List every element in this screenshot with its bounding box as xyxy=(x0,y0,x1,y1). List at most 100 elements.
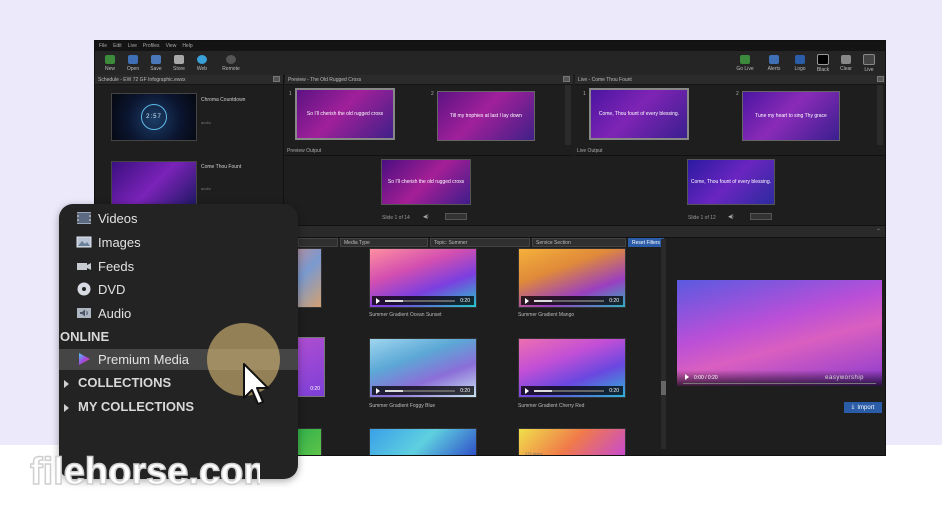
preview-slide[interactable]: So I'll cherish the old rugged cross xyxy=(295,88,395,140)
volume-icon[interactable]: ◀) xyxy=(423,214,437,220)
sidebar-item-feeds[interactable]: Feeds xyxy=(76,256,134,276)
media-label: Summer Gradient Mango xyxy=(518,312,575,318)
media-thumbnail[interactable]: 0:20 xyxy=(518,338,626,398)
sidebar-item-dvd[interactable]: DVD xyxy=(76,279,125,299)
sidebar-section-online: ONLINE xyxy=(60,329,110,344)
premium-play-icon xyxy=(76,352,92,366)
expand-arrow-icon[interactable] xyxy=(64,404,69,412)
remote-icon xyxy=(226,54,236,64)
logo-button[interactable]: Logo xyxy=(789,54,811,72)
schedule-item-name: Come Thou Fount xyxy=(201,164,242,170)
sidebar-item-audio[interactable]: Audio xyxy=(76,303,131,323)
live-panel: Live - Come Thou Fount 1 Come, Thou foun… xyxy=(575,75,885,225)
logo-icon xyxy=(795,54,805,64)
live-output-slide: Come, Thou fount of every blessing. xyxy=(687,159,775,205)
collapse-icon[interactable]: ⌃ xyxy=(876,228,881,235)
live-slide[interactable]: Tune my heart to sing Thy grace xyxy=(742,91,840,141)
panel-menu-icon[interactable] xyxy=(273,76,280,82)
slide-number: 2 xyxy=(736,91,739,97)
slide-number: 2 xyxy=(431,91,434,97)
import-button[interactable]: ⤓ Import xyxy=(844,402,882,413)
progress-bar[interactable] xyxy=(534,299,605,302)
live-output-label: Live Output xyxy=(577,148,603,154)
media-thumbnail[interactable]: 0:20 xyxy=(369,338,477,398)
media-duration: 0:20 xyxy=(310,386,320,392)
clear-button[interactable]: Clear xyxy=(835,54,857,72)
countdown-value: 2:57 xyxy=(146,114,162,120)
live-title: Live - Come Thou Fount xyxy=(578,76,632,83)
web-button[interactable]: Web xyxy=(191,54,213,72)
remote-button[interactable]: Remote xyxy=(220,54,242,72)
store-button[interactable]: Store xyxy=(168,54,190,72)
live-scrollbar[interactable] xyxy=(877,85,883,145)
progress-bar[interactable] xyxy=(385,389,456,392)
play-icon[interactable] xyxy=(376,297,380,304)
menu-live[interactable]: Live xyxy=(128,43,137,49)
media-controls: 0:20 xyxy=(372,386,474,395)
live-button[interactable]: Live xyxy=(858,53,880,73)
schedule-panel: Schedule - EW 72 GF Infographic.ewsx 2:5… xyxy=(95,75,284,225)
next-slide-button[interactable] xyxy=(445,213,467,220)
filehorse-logo-text: filehorse.com xyxy=(30,451,260,493)
media-label: Summer Gradient Foggy Blue xyxy=(369,403,436,409)
video-progress-bar[interactable] xyxy=(683,383,876,384)
preview-scrollbar[interactable] xyxy=(565,85,571,145)
sidebar-item-collections[interactable]: COLLECTIONS xyxy=(78,375,171,390)
media-scroll-thumb[interactable] xyxy=(661,381,666,395)
play-icon[interactable] xyxy=(525,387,529,394)
filter-topic[interactable]: Topic: Summer xyxy=(430,238,530,247)
reset-filters-button[interactable]: Reset Filters xyxy=(628,238,665,247)
schedule-item-type: audio xyxy=(201,120,211,125)
menu-help[interactable]: Help xyxy=(182,43,192,49)
go-live-button[interactable]: Go Live xyxy=(731,54,759,72)
new-button[interactable]: New xyxy=(99,54,121,72)
panel-menu-icon[interactable] xyxy=(563,76,570,82)
preview-title: Preview - The Old Rugged Cross xyxy=(288,76,362,83)
film-strip-icon xyxy=(76,211,92,225)
mouse-pointer-icon xyxy=(243,363,269,405)
open-button[interactable]: Open xyxy=(122,54,144,72)
media-scrollbar[interactable] xyxy=(661,239,666,449)
progress-bar[interactable] xyxy=(385,299,456,302)
menu-profiles[interactable]: Profiles xyxy=(143,43,160,49)
preview-slide[interactable]: Till my trophies at last I lay down xyxy=(437,91,535,141)
play-icon[interactable] xyxy=(376,387,380,394)
play-icon[interactable] xyxy=(525,297,529,304)
media-thumbnail[interactable] xyxy=(369,428,477,455)
preview-output-label: Preview Output xyxy=(287,148,322,154)
expand-arrow-icon[interactable] xyxy=(64,380,69,388)
schedule-title: Schedule - EW 72 GF Infographic.ewsx xyxy=(98,76,186,83)
media-thumbnail[interactable]: 0:20 xyxy=(518,248,626,308)
black-button[interactable]: Black xyxy=(812,53,834,73)
filter-service-section[interactable]: Service Section xyxy=(532,238,626,247)
save-button[interactable]: Save xyxy=(145,54,167,72)
filter-bar: Media Type Topic: Summer Service Section… xyxy=(298,238,665,247)
filter-media-type[interactable]: Media Type xyxy=(340,238,428,247)
globe-icon xyxy=(197,54,207,64)
panel-menu-icon[interactable] xyxy=(877,76,884,82)
menu-view[interactable]: View xyxy=(166,43,177,49)
folder-icon xyxy=(128,54,138,64)
preview-slide-count: Slide 1 of 14 xyxy=(382,215,410,221)
video-time: 0:00 / 0:20 xyxy=(694,375,718,381)
live-slide[interactable]: Come, Thou fount of every blessing. xyxy=(589,88,689,140)
sidebar-item-videos[interactable]: Videos xyxy=(76,208,138,228)
slide-number: 1 xyxy=(289,91,292,97)
menu-file[interactable]: File xyxy=(99,43,107,49)
schedule-item-thumbnail[interactable]: 2:57 xyxy=(111,93,197,141)
filter-first[interactable] xyxy=(298,238,338,247)
play-icon[interactable] xyxy=(685,374,689,380)
schedule-item-type: audio xyxy=(201,186,211,191)
alerts-button[interactable]: Alerts xyxy=(760,54,788,72)
video-player[interactable]: 0:00 / 0:20 easyworship xyxy=(677,280,882,386)
menu-edit[interactable]: Edit xyxy=(113,43,122,49)
volume-icon[interactable]: ◀) xyxy=(728,214,742,220)
next-slide-button[interactable] xyxy=(750,213,772,220)
sidebar-item-my-collections[interactable]: MY COLLECTIONS xyxy=(78,399,194,414)
schedule-item-thumbnail[interactable] xyxy=(111,161,197,209)
sidebar-item-images[interactable]: Images xyxy=(76,232,141,252)
progress-bar[interactable] xyxy=(534,389,605,392)
sidebar-item-premium-media-label[interactable]: Premium Media xyxy=(76,349,189,369)
media-thumbnail[interactable]: 0:20 xyxy=(369,248,477,308)
preview-output-slide: So I'll cherish the old rugged cross xyxy=(381,159,471,205)
